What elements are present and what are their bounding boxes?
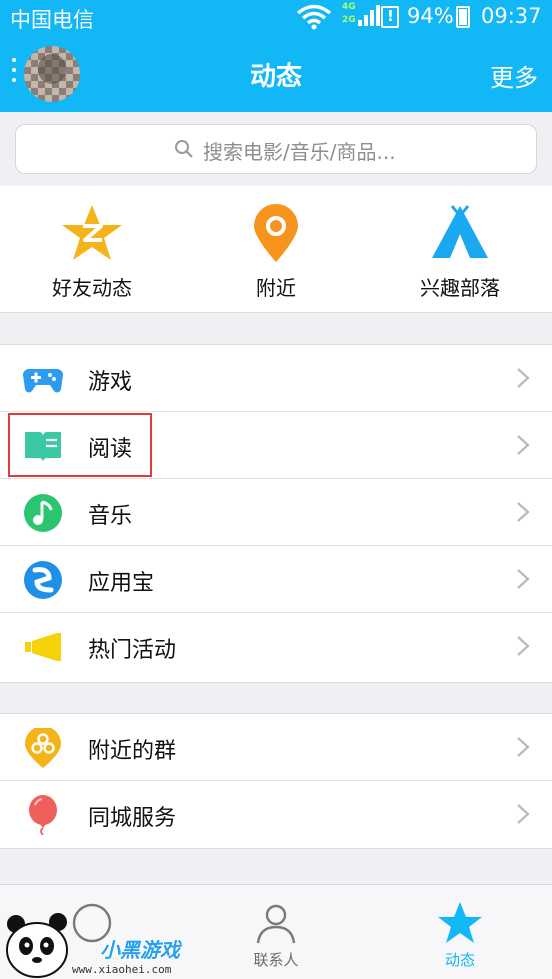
chevron-right-icon: [517, 435, 530, 455]
list-item-label: 音乐: [88, 504, 133, 529]
avatar[interactable]: [24, 46, 80, 102]
tent-icon: [432, 205, 488, 258]
signal-icon: 4G 2G: [342, 2, 382, 30]
quick-friend-feed[interactable]: 好友动态: [0, 186, 184, 313]
battery-percent: 94%: [407, 4, 454, 28]
list-item-label: 同城服务: [88, 806, 177, 831]
list-item-reading[interactable]: 阅读: [0, 412, 552, 479]
quick-label: 好友动态: [52, 276, 132, 300]
megaphone-icon: [25, 633, 61, 661]
list-item-hot-events[interactable]: 热门活动: [0, 613, 552, 680]
quick-label: 兴趣部落: [420, 276, 500, 300]
list-item-label: 附近的群: [88, 739, 177, 764]
location-pin-icon: [254, 204, 298, 262]
more-button[interactable]: 更多: [490, 58, 538, 93]
tab-feed[interactable]: 动态: [368, 885, 552, 979]
watermark-brand: 小黑游戏: [100, 938, 180, 962]
chevron-right-icon: [517, 737, 530, 757]
search-placeholder: 搜索电影/音乐/商品...: [203, 140, 396, 164]
page-title: 动态: [249, 62, 302, 92]
status-time: 09:37: [481, 4, 542, 28]
list-item-nearby-groups[interactable]: 附近的群: [0, 714, 552, 781]
status-bar: 中国电信 4G 2G 94% 09:37: [0, 0, 552, 34]
tab-label: 联系人: [253, 951, 299, 969]
chevron-right-icon: [517, 636, 530, 656]
music-note-icon: [24, 494, 62, 532]
star-tab-icon: [438, 902, 482, 943]
menu-dots-icon[interactable]: [12, 58, 18, 82]
feature-list-secondary: 附近的群 同城服务: [0, 713, 552, 849]
chevron-right-icon: [517, 502, 530, 522]
battery-icon: [456, 6, 470, 28]
wifi-icon: [296, 4, 332, 30]
top-bar: 中国电信 4G 2G 94% 09:37 动态 更多: [0, 0, 552, 112]
book-icon: [25, 432, 61, 462]
quick-nearby[interactable]: 附近: [184, 186, 368, 313]
star-z-icon: [62, 205, 122, 260]
quick-label: 附近: [256, 276, 296, 300]
carrier-name: 中国电信: [10, 8, 94, 32]
list-item-label: 阅读: [88, 437, 133, 462]
gamepad-icon: [23, 369, 63, 393]
list-item-label: 热门活动: [88, 638, 177, 663]
chevron-right-icon: [517, 804, 530, 824]
search-input[interactable]: 搜索电影/音乐/商品...: [15, 124, 537, 174]
quick-interest-tribe[interactable]: 兴趣部落: [368, 186, 552, 313]
list-item-label: 游戏: [88, 370, 133, 395]
watermark-url: www.xiaohei.com: [72, 963, 172, 976]
header: 动态 更多: [0, 34, 552, 112]
quick-actions: 好友动态 附近 兴趣部落: [0, 186, 552, 313]
list-item-games[interactable]: 游戏: [0, 345, 552, 412]
balloon-icon: [29, 795, 57, 835]
panda-mascot-icon: [6, 913, 68, 978]
list-item-app-store[interactable]: 应用宝: [0, 546, 552, 613]
search-icon: [175, 140, 193, 158]
list-item-city-services[interactable]: 同城服务: [0, 781, 552, 848]
watermark-logo: 小黑游戏 www.xiaohei.com: [0, 900, 200, 979]
search-area: 搜索电影/音乐/商品...: [0, 112, 552, 186]
list-item-label: 应用宝: [88, 571, 155, 596]
chevron-right-icon: [517, 368, 530, 388]
app-store-icon: [24, 561, 62, 599]
list-item-music[interactable]: 音乐: [0, 479, 552, 546]
nearby-group-icon: [25, 728, 61, 768]
tab-contacts[interactable]: 联系人: [184, 885, 368, 979]
tab-label: 动态: [444, 951, 475, 969]
chevron-right-icon: [517, 569, 530, 589]
sim-alert-icon: [381, 6, 399, 28]
feature-list-primary: 游戏 阅读 音乐 应用宝 热门活动: [0, 344, 552, 683]
contacts-icon: [256, 904, 296, 944]
